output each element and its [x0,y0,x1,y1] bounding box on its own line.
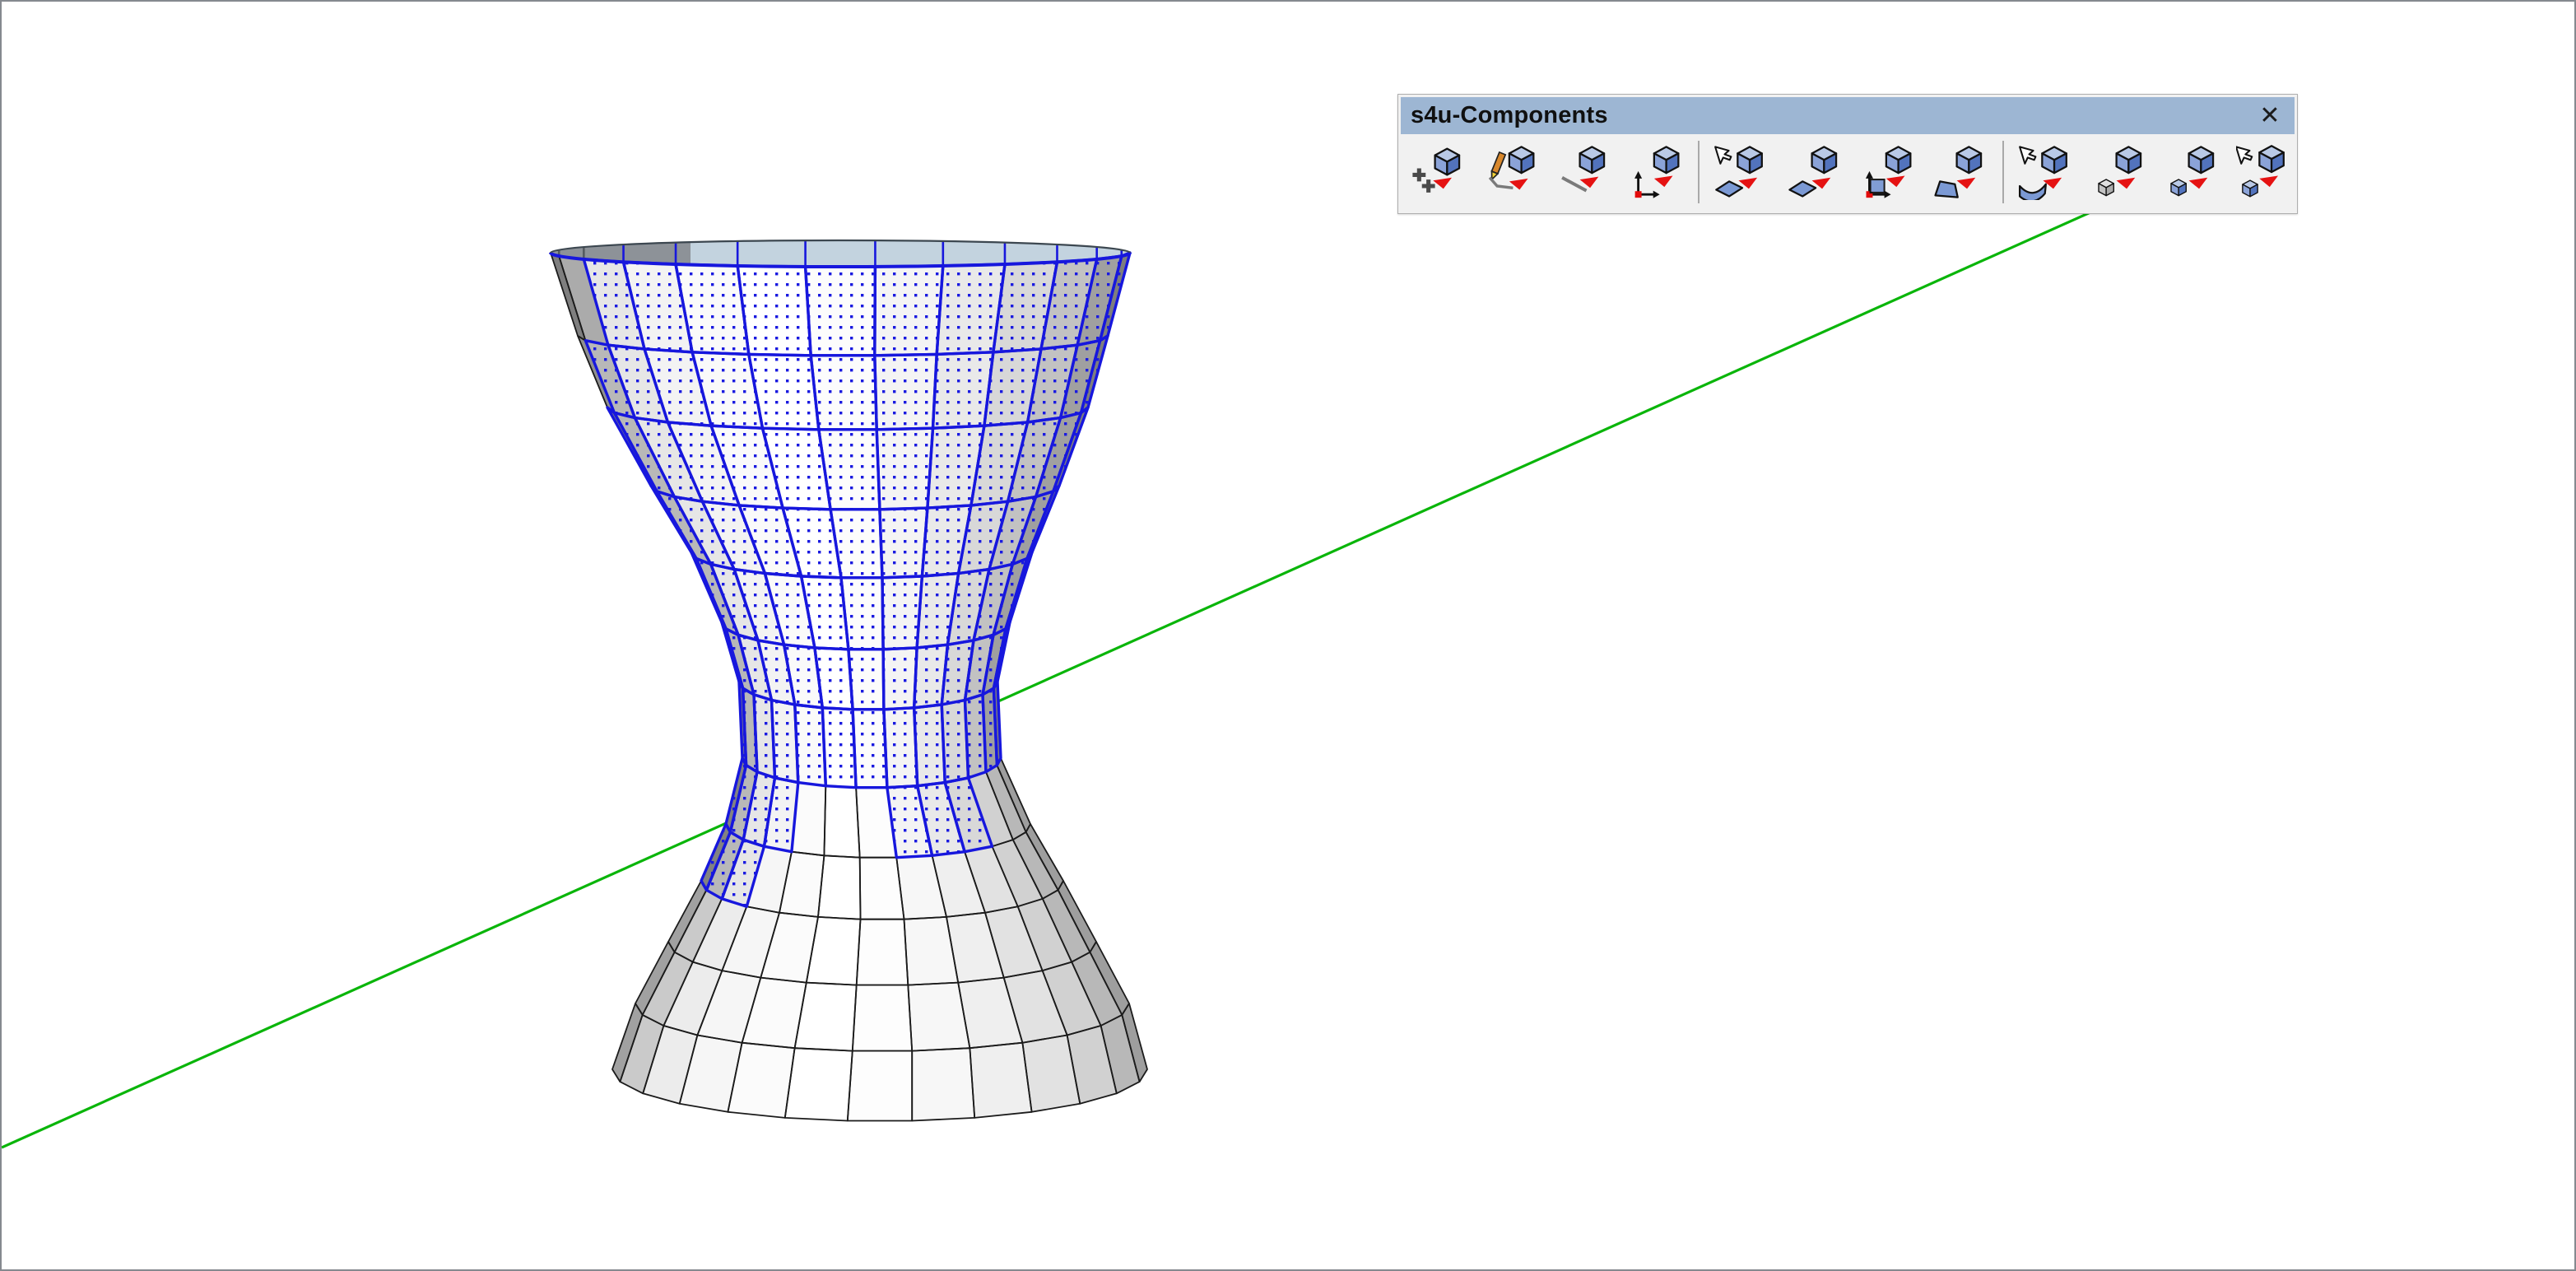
cursor-glyph [1715,147,1731,163]
select-faces-to-components-icon [1714,144,1770,200]
toolbar-group-separator [1698,141,1700,203]
quad-glyph [1936,181,1958,197]
face-glyph [1871,179,1885,193]
cube-glyph [1886,147,1910,173]
cube-glyph [2259,146,2283,172]
toolbar-icon-row [1402,134,2294,210]
toolbar-group-3 [2011,134,2300,210]
toolbar-button-solid-to-component[interactable] [2155,134,2228,210]
pencil-glyph [1489,152,1505,180]
cursor-glyph [2020,147,2035,163]
cube-glyph [1812,147,1836,173]
toolbar-close-button[interactable]: ✕ [2252,97,2288,134]
toolbar-button-surface-to-components[interactable] [2011,134,2083,210]
toolbar-group-1 [1402,134,1691,210]
cube-glyph [1435,149,1459,175]
face-to-component-icon [1787,144,1843,200]
s4u-components-toolbar: s4u-Components ✕ [1397,94,2298,214]
red-flag-glyph [1580,177,1599,189]
cursor-glyph [2236,147,2252,163]
toolbar-button-components-to-path[interactable] [1474,134,1546,210]
select-solids-to-components-icon [2236,144,2292,200]
cube-glyph [2042,147,2066,173]
components-to-axes-icon [1627,144,1683,200]
toolbar-button-components-to-points[interactable] [1402,134,1474,210]
axes-glyph [1634,171,1660,198]
path-glyph [1490,178,1513,188]
cube-glyph [2243,180,2257,197]
cube-glyph [1737,147,1761,173]
components-to-points-icon [1410,144,1466,200]
toolbar-button-components-to-axes[interactable] [1619,134,1691,210]
cube-glyph [1654,147,1678,173]
cube-glyph [2189,147,2213,173]
face-to-component-axes-icon [1859,144,1915,200]
surface-to-components-icon [2019,144,2075,200]
red-flag-glyph [1433,178,1452,189]
components-to-edge-icon [1555,144,1611,200]
plus-glyph [1422,179,1435,193]
toolbar-group-separator [2002,141,2004,203]
quad-face-to-component-icon [1932,144,1988,200]
toolbar-button-components-to-edge[interactable] [1546,134,1619,210]
toolbar-button-select-faces-to-components[interactable] [1706,134,1779,210]
cube-glyph [1957,147,1981,173]
red-flag-glyph [1886,176,1905,188]
face-glyph [1716,181,1742,196]
components-to-path-icon [1482,144,1538,200]
toolbar-group-2 [1706,134,1996,210]
cube-glyph [2117,147,2141,173]
solid-to-component-icon [2164,144,2220,200]
hyperboloid-model[interactable] [551,232,1147,1121]
toolbar-title: s4u-Components [1401,102,1608,129]
toolbar-button-quad-face-to-component[interactable] [1923,134,1996,210]
sketchup-viewport[interactable]: s4u-Components ✕ [0,0,2576,1271]
red-flag-glyph [2259,176,2278,188]
solid-to-component-gray-icon [2091,144,2147,200]
red-flag-glyph [1654,176,1673,188]
red-flag-glyph [2117,178,2136,189]
red-flag-glyph [1957,178,1976,189]
surface-glyph [2020,184,2046,200]
red-flag-glyph [2189,178,2208,189]
toolbar-button-face-to-component[interactable] [1779,134,1851,210]
face-glyph [1789,181,1816,196]
toolbar-button-select-solids-to-components[interactable] [2228,134,2300,210]
cube-glyph [2171,179,2186,196]
cube-glyph [1509,147,1533,173]
cube-glyph [2099,179,2113,196]
toolbar-button-solid-to-component-gray[interactable] [2083,134,2155,210]
plus-glyph [1412,168,1425,181]
cube-glyph [1580,147,1604,173]
toolbar-button-face-to-component-axes[interactable] [1851,134,1923,210]
tower-faces [551,253,1147,1121]
toolbar-titlebar[interactable]: s4u-Components ✕ [1401,97,2295,134]
